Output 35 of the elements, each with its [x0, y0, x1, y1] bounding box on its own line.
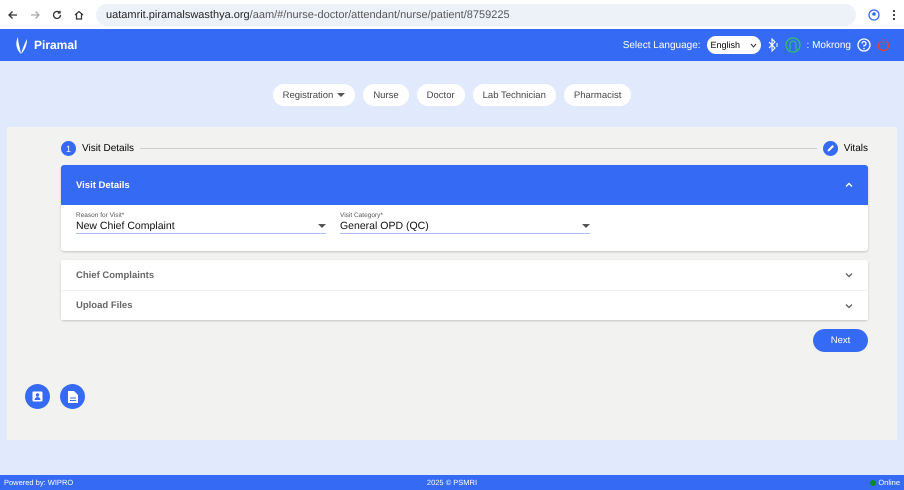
caret-icon — [318, 224, 326, 228]
role-tab[interactable]: Nurse — [363, 84, 409, 106]
panel-header[interactable]: Chief Complaints — [61, 260, 868, 290]
reload-icon[interactable] — [52, 10, 62, 20]
role-tab[interactable]: Lab Technician — [472, 84, 556, 106]
address-bar[interactable]: uatamrit.piramalswasthya.org/aam/#/nurse-doctor/attendant/nurse/patient/8759225 — [96, 4, 856, 26]
leaf-logo-icon — [14, 35, 28, 55]
panel-header[interactable]: Upload Files — [61, 290, 868, 320]
chevron-down-icon — [844, 270, 854, 280]
contact-button[interactable] — [25, 384, 50, 409]
document-icon — [68, 390, 78, 402]
step-label: Visit Details — [82, 143, 134, 154]
role-tab[interactable]: Pharmacist — [564, 84, 632, 106]
step-number: 1 — [61, 141, 76, 156]
role-tab[interactable]: Doctor — [416, 84, 465, 106]
panel-header[interactable]: Visit Details — [61, 165, 868, 205]
user-name: : Mokrong — [806, 40, 851, 50]
profile-icon[interactable] — [868, 8, 880, 20]
pencil-icon — [822, 141, 838, 156]
back-icon[interactable] — [8, 10, 18, 20]
more-icon[interactable] — [892, 8, 896, 20]
language-select[interactable]: English — [706, 36, 761, 54]
help-icon[interactable] — [857, 38, 871, 52]
home-icon[interactable] — [74, 10, 84, 20]
document-button[interactable] — [60, 384, 85, 409]
user-icon — [784, 37, 801, 53]
caret-icon — [582, 224, 590, 228]
bluetooth-icon[interactable] — [766, 38, 779, 52]
next-button[interactable]: Next — [813, 329, 868, 352]
chevron-down-icon — [750, 42, 757, 48]
language-label: Select Language: — [622, 40, 701, 50]
role-tab[interactable]: Registration — [272, 84, 356, 106]
step-label: Vitals — [844, 143, 868, 154]
logo-text: Piramal — [34, 38, 78, 52]
contact-card-icon — [32, 391, 43, 402]
